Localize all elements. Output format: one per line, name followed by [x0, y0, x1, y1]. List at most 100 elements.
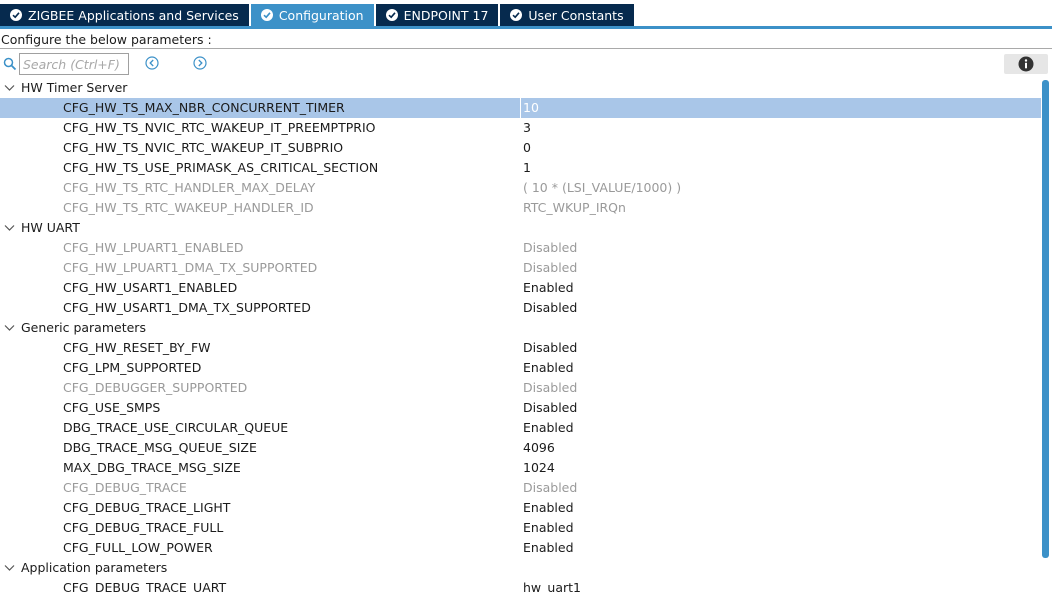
parameter-name: CFG_HW_TS_USE_PRIMASK_AS_CRITICAL_SECTIO…: [63, 160, 379, 175]
tab-configuration[interactable]: Configuration: [250, 4, 374, 26]
chevron-down-icon[interactable]: [4, 83, 15, 93]
parameter-value[interactable]: Enabled: [523, 358, 574, 378]
parameter-row[interactable]: CFG_DEBUG_TRACE_FULL Enabled: [0, 518, 1041, 538]
parameter-value[interactable]: 0: [523, 138, 531, 158]
parameter-value[interactable]: 10: [523, 98, 539, 118]
parameter-value[interactable]: Disabled: [523, 398, 577, 418]
parameter-row[interactable]: CFG_HW_LPUART1_ENABLED Disabled: [0, 238, 1041, 258]
parameter-name: CFG_HW_TS_RTC_WAKEUP_HANDLER_ID: [63, 200, 314, 215]
parameter-value[interactable]: 1024: [523, 458, 555, 478]
group-title: HW Timer Server: [21, 80, 128, 95]
parameter-name: CFG_HW_TS_NVIC_RTC_WAKEUP_IT_PREEMPTPRIO: [63, 120, 376, 135]
group-title: Generic parameters: [21, 320, 146, 335]
check-circle-icon: [10, 9, 22, 21]
parameter-row[interactable]: CFG_HW_TS_RTC_HANDLER_MAX_DELAY ( 10 * (L…: [0, 178, 1041, 198]
parameter-row[interactable]: CFG_HW_TS_USE_PRIMASK_AS_CRITICAL_SECTIO…: [0, 158, 1041, 178]
tab-label: Configuration: [278, 7, 364, 23]
parameter-row[interactable]: DBG_TRACE_USE_CIRCULAR_QUEUE Enabled: [0, 418, 1041, 438]
chevron-down-icon[interactable]: [4, 563, 15, 573]
parameter-row[interactable]: CFG_HW_TS_MAX_NBR_CONCURRENT_TIMER 10: [0, 98, 1041, 118]
group-header[interactable]: HW Timer Server: [0, 78, 1041, 98]
vertical-scrollbar[interactable]: [1041, 78, 1052, 593]
parameter-name: CFG_HW_LPUART1_DMA_TX_SUPPORTED: [63, 260, 318, 275]
parameter-name: CFG_DEBUG_TRACE: [63, 480, 187, 495]
parameter-name: CFG_HW_TS_NVIC_RTC_WAKEUP_IT_SUBPRIO: [63, 140, 344, 155]
parameter-name: MAX_DBG_TRACE_MSG_SIZE: [63, 460, 241, 475]
search-box: [3, 53, 129, 75]
parameter-value[interactable]: 4096: [523, 438, 555, 458]
parameter-value[interactable]: hw_uart1: [523, 578, 581, 593]
parameter-value[interactable]: RTC_WKUP_IRQn: [523, 198, 626, 218]
parameter-value[interactable]: Disabled: [523, 258, 577, 278]
group-title: Application parameters: [21, 560, 168, 575]
parameter-row[interactable]: CFG_HW_TS_NVIC_RTC_WAKEUP_IT_SUBPRIO 0: [0, 138, 1041, 158]
search-input[interactable]: [19, 53, 129, 75]
parameter-value[interactable]: 3: [523, 118, 531, 138]
parameter-name: CFG_DEBUG_TRACE_LIGHT: [63, 500, 231, 515]
parameter-name: CFG_HW_TS_RTC_HANDLER_MAX_DELAY: [63, 180, 316, 195]
parameter-row[interactable]: CFG_FULL_LOW_POWER Enabled: [0, 538, 1041, 558]
group-title: HW UART: [21, 220, 80, 235]
tab-bar: ZIGBEE Applications and Services Configu…: [0, 0, 1052, 30]
parameter-value[interactable]: Enabled: [523, 538, 574, 558]
tab-user-constants[interactable]: User Constants: [500, 4, 634, 26]
parameter-name: CFG_HW_USART1_DMA_TX_SUPPORTED: [63, 300, 311, 315]
tab-endpoint-17[interactable]: ENDPOINT 17: [375, 4, 499, 26]
next-result-icon[interactable]: [193, 56, 207, 70]
parameter-name: CFG_USE_SMPS: [63, 400, 161, 415]
parameter-row[interactable]: CFG_HW_USART1_ENABLED Enabled: [0, 278, 1041, 298]
parameter-name: CFG_DEBUGGER_SUPPORTED: [63, 380, 248, 395]
parameter-row[interactable]: CFG_HW_TS_RTC_WAKEUP_HANDLER_ID RTC_WKUP_…: [0, 198, 1041, 218]
tab-label: User Constants: [528, 7, 624, 23]
parameter-name: CFG_DEBUG_TRACE_FULL: [63, 520, 224, 535]
check-circle-icon: [260, 9, 273, 21]
check-circle-icon: [385, 9, 398, 21]
parameter-value[interactable]: Disabled: [523, 298, 577, 318]
parameter-name: CFG_DEBUG_TRACE_UART: [63, 580, 227, 593]
parameter-value[interactable]: Disabled: [523, 478, 577, 498]
info-button[interactable]: [1004, 54, 1048, 74]
parameter-row[interactable]: CFG_HW_RESET_BY_FW Disabled: [0, 338, 1041, 358]
parameter-row[interactable]: CFG_HW_USART1_DMA_TX_SUPPORTED Disabled: [0, 298, 1041, 318]
tab-underline: [0, 26, 1052, 29]
info-icon: [1018, 56, 1034, 72]
parameter-row[interactable]: CFG_USE_SMPS Disabled: [0, 398, 1041, 418]
parameter-value[interactable]: ( 10 * (LSI_VALUE/1000) ): [523, 178, 681, 198]
parameter-value[interactable]: 1: [523, 158, 531, 178]
previous-result-icon[interactable]: [145, 56, 159, 70]
parameter-value[interactable]: Disabled: [523, 378, 577, 398]
parameter-value[interactable]: Disabled: [523, 338, 577, 358]
parameter-value[interactable]: Enabled: [523, 278, 574, 298]
parameter-value[interactable]: Enabled: [523, 518, 574, 538]
parameter-name: CFG_LPM_SUPPORTED: [63, 360, 202, 375]
parameter-value[interactable]: Enabled: [523, 498, 574, 518]
tab-list: ZIGBEE Applications and Services Configu…: [0, 4, 636, 26]
group-header[interactable]: HW UART: [0, 218, 1041, 238]
parameter-row[interactable]: CFG_DEBUG_TRACE Disabled: [0, 478, 1041, 498]
parameter-name: DBG_TRACE_USE_CIRCULAR_QUEUE: [63, 420, 289, 435]
parameter-row[interactable]: CFG_HW_LPUART1_DMA_TX_SUPPORTED Disabled: [0, 258, 1041, 278]
parameter-row[interactable]: MAX_DBG_TRACE_MSG_SIZE 1024: [0, 458, 1041, 478]
scrollbar-thumb[interactable]: [1042, 80, 1049, 558]
tab-zigbee-applications[interactable]: ZIGBEE Applications and Services: [0, 4, 249, 26]
parameter-name: CFG_FULL_LOW_POWER: [63, 540, 213, 555]
chevron-down-icon[interactable]: [4, 323, 15, 333]
parameter-row[interactable]: CFG_DEBUGGER_SUPPORTED Disabled: [0, 378, 1041, 398]
tab-label: ENDPOINT 17: [403, 7, 489, 23]
chevron-down-icon[interactable]: [4, 223, 15, 233]
group-header[interactable]: Generic parameters: [0, 318, 1041, 338]
parameter-name: CFG_HW_TS_MAX_NBR_CONCURRENT_TIMER: [63, 100, 345, 115]
parameter-value[interactable]: Enabled: [523, 418, 574, 438]
parameter-name: CFG_HW_LPUART1_ENABLED: [63, 240, 244, 255]
parameter-name: CFG_HW_RESET_BY_FW: [63, 340, 211, 355]
configure-header: Configure the below parameters :: [0, 31, 1052, 49]
search-icon: [3, 57, 17, 71]
parameter-row[interactable]: DBG_TRACE_MSG_QUEUE_SIZE 4096: [0, 438, 1041, 458]
parameter-row[interactable]: CFG_DEBUG_TRACE_LIGHT Enabled: [0, 498, 1041, 518]
group-header[interactable]: Application parameters: [0, 558, 1041, 578]
parameter-row[interactable]: CFG_LPM_SUPPORTED Enabled: [0, 358, 1041, 378]
parameter-value[interactable]: Disabled: [523, 238, 577, 258]
parameter-row[interactable]: CFG_DEBUG_TRACE_UART hw_uart1: [0, 578, 1041, 593]
parameter-row[interactable]: CFG_HW_TS_NVIC_RTC_WAKEUP_IT_PREEMPTPRIO…: [0, 118, 1041, 138]
check-circle-icon: [510, 9, 523, 21]
